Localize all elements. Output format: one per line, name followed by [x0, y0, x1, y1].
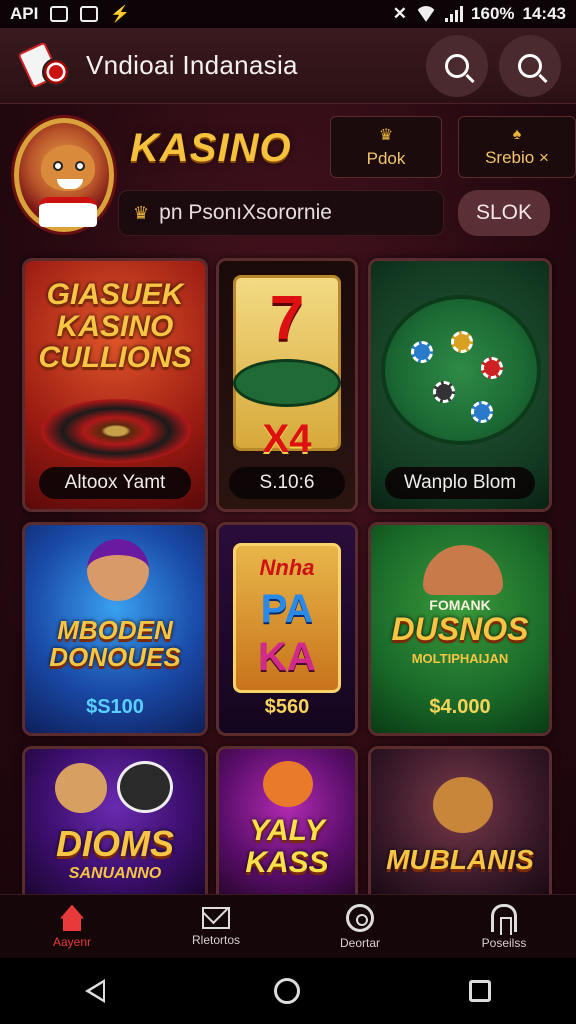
game-label: Altoox Yamt — [39, 467, 191, 499]
bottom-nav: Aayenr Rletortos Deortar Poseilss — [0, 894, 576, 958]
bear-character-icon — [433, 777, 493, 833]
notification-icon — [80, 6, 99, 22]
search-icon — [445, 54, 469, 78]
game-tile-dioms[interactable]: DIOMS SANUANNO — [22, 746, 208, 894]
game-title: MBODEN DONOUES — [49, 615, 181, 673]
table-felt-icon — [381, 295, 541, 445]
wifi-icon — [415, 6, 437, 22]
game-tile-dusnos[interactable]: FOMANK DUSNOS MOLTIPHAIJAN $4.000 — [368, 522, 552, 736]
nav-label: Poseilss — [481, 935, 527, 950]
back-icon[interactable] — [84, 979, 105, 1003]
fox-character-icon — [263, 761, 313, 807]
pdok-label: Pdok — [366, 149, 406, 168]
game-title: GIASUEK KASINO CULLIONS — [38, 278, 192, 374]
chip-icon — [481, 357, 503, 379]
chip-icon — [451, 331, 473, 353]
nav-item-home[interactable]: Aayenr — [0, 895, 144, 958]
casino-logo-icon — [17, 38, 74, 94]
slot-seven-symbol: 7 — [269, 284, 305, 353]
target-icon — [346, 903, 374, 932]
nav-item-target[interactable]: Deortar — [288, 895, 432, 958]
clock: 14:43 — [522, 4, 566, 23]
game-subtitle: SANUANNO — [68, 865, 162, 882]
game-title-top: PA — [260, 587, 314, 631]
carrier-label: API — [10, 4, 39, 23]
promo-input[interactable]: ♛ pn PsonıXsorornie — [118, 190, 444, 236]
srebio-label: Srebio — [485, 148, 535, 167]
game-tile-casino-cullions[interactable]: GIASUEK KASINO CULLIONS Altoox Yamt — [22, 258, 208, 512]
chip-icon — [471, 401, 493, 423]
game-tile-roulette-table[interactable]: Wanplo Blom — [368, 258, 552, 512]
chip-icon — [433, 381, 455, 403]
slok-button[interactable]: SLOK — [458, 190, 550, 236]
game-tile-mublanis[interactable]: MUBLANIS — [368, 746, 552, 894]
game-title: DUSNOS — [391, 611, 529, 647]
srebio-button[interactable]: ♠ Srebio × — [458, 116, 576, 178]
search-button[interactable] — [426, 35, 488, 97]
mute-icon: ✕ — [392, 4, 408, 23]
game-price: $560 — [264, 696, 310, 718]
game-tile-yaly-kass[interactable]: YALY KASS — [216, 746, 358, 894]
trophy-icon: ♛ — [378, 127, 394, 144]
slot-bottom-symbol: X4 — [262, 417, 312, 461]
mascot-avatar — [14, 118, 114, 232]
roulette-wheel-icon — [41, 399, 191, 463]
app-header: Vndioai Indanasia — [0, 28, 576, 104]
game-price: $4.000 — [429, 696, 491, 718]
gallery-icon — [50, 6, 69, 22]
slot-reel-icon — [233, 359, 341, 407]
paka-sign-label: Nnha — [259, 555, 315, 580]
kasino-banner: KASINO ♛ Pdok ♠ Srebio × ♛ pn PsonıXsoro… — [0, 104, 576, 250]
status-bar: API ⚡ ✕ 160% 14:43 — [0, 0, 576, 28]
arch-icon — [491, 903, 517, 935]
signal-icon — [445, 6, 464, 22]
nav-label: Rletortos — [191, 932, 241, 947]
magician-character-icon — [87, 539, 149, 601]
cat-character-icon — [117, 761, 173, 813]
game-label: S.10:6 — [229, 467, 345, 499]
flash-icon: ⚡ — [110, 6, 131, 23]
game-price: $S100 — [86, 696, 144, 718]
battery-label: 160% — [471, 4, 515, 23]
game-subtitle-bottom: MOLTIPHAIJAN — [411, 651, 509, 666]
envelope-icon — [202, 906, 230, 929]
nav-label: Aayenr — [52, 934, 92, 949]
game-tile-mboden-donoues[interactable]: MBODEN DONOUES $S100 — [22, 522, 208, 736]
crown-icon: ♛ — [133, 202, 150, 223]
srebio-suffix: × — [538, 148, 549, 167]
chip-icon — [411, 341, 433, 363]
kasino-title: KASINO — [130, 126, 292, 170]
search-button-secondary[interactable] — [499, 35, 561, 97]
game-title-bottom: KA — [258, 635, 316, 679]
nav-item-messages[interactable]: Rletortos — [144, 895, 288, 958]
pdok-button[interactable]: ♛ Pdok — [330, 116, 442, 178]
promo-text: pn PsonıXsorornie — [159, 201, 332, 224]
game-title: YALY KASS — [245, 814, 329, 879]
nav-item-arch[interactable]: Poseilss — [432, 895, 576, 958]
game-tile-paka[interactable]: Nnha PA KA $560 — [216, 522, 358, 736]
game-title: DIOMS — [55, 823, 174, 864]
home-circle-icon[interactable] — [273, 978, 300, 1004]
game-title: MUBLANIS — [386, 844, 534, 875]
recent-apps-icon[interactable] — [469, 980, 492, 1002]
nav-label: Deortar — [339, 935, 380, 950]
home-icon — [57, 905, 87, 931]
search-icon — [518, 54, 542, 78]
game-tile-slots-seven[interactable]: 7 X4 S.10:6 — [216, 258, 358, 512]
game-label: Wanplo Blom — [385, 467, 535, 499]
dog-character-icon — [55, 763, 107, 813]
bag-icon: ♠ — [512, 126, 522, 143]
system-nav-bar — [0, 958, 576, 1024]
app-title: Vndioai Indanasia — [86, 50, 298, 80]
